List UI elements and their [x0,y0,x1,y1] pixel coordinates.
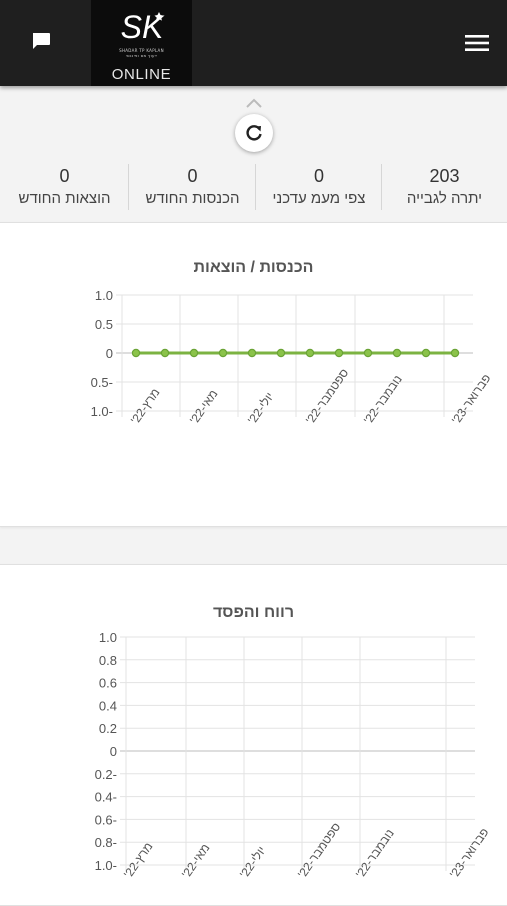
y-tick-label: 0.6- [95,812,117,827]
y-tick-label: 0.2- [95,767,117,782]
y-tick-label: 0.6 [99,676,117,691]
logo-tagline: SHADAR TP KAPLAN ייעוץ מס ופיננסי [119,48,164,58]
profit-loss-card: רווח והפסד 1.0 0.8 0.6 0.4 0.2 0 0.2- 0.4- 0.6- 0… [0,564,507,906]
data-point [450,348,460,358]
app-header: SK SHADAR TP KAPLAN ייעוץ מס ופיננסי ONL… [0,0,507,86]
data-point [247,348,257,358]
data-point [131,348,141,358]
data-point [363,348,373,358]
income-expenses-chart: 1.0 0.5 0 0.5- 1.0- מרץ-22' מאי-22' יולי-22' ספט… [91,288,494,427]
profit-loss-chart: 1.00.80.60.40.200.2-0.4-0.6-0.8-1.0-מרץ-… [95,630,492,881]
stat-vat-forecast-label: צפי מעמ עדכני [272,190,366,207]
y-tick-label: 0 [110,744,117,759]
x-tick-label: מרץ-22' [128,386,163,427]
chat-bubble-icon [33,33,50,49]
data-point [218,348,228,358]
data-point [189,348,199,358]
stat-divider [255,164,256,210]
y-tick-label: 1.0 [99,630,117,645]
stat-divider [128,164,129,210]
stat-balance-label: יתרה לגבייה [406,190,483,207]
y-tick-label: 0 [106,346,113,361]
income-expenses-card: הכנסות / הוצאות 1.0 0.5 0 0.5- 1.0- מרץ-22' מא… [0,222,507,527]
data-point [421,348,431,358]
logo-monogram: SK [121,9,165,45]
stat-income-month: 0 הכנסות החודש [129,162,256,214]
stat-vat-forecast: 0 צפי מעמ עדכני [256,162,382,214]
logo-online-label: ONLINE [111,66,172,83]
x-tick-label: מאי-22' [179,841,213,881]
stat-vat-forecast-value: 0 [313,166,324,186]
y-tick-label: 0.4 [99,698,117,713]
data-point [160,348,170,358]
y-tick-label: 0.5- [91,375,113,390]
x-tick-label: יולי-22' [237,844,269,881]
y-tick-label: 1.0 [95,288,113,303]
x-tick-label: יולי-22' [245,390,277,427]
brand-logo[interactable]: SK SHADAR TP KAPLAN ייעוץ מס ופיננסי ONL… [91,0,192,86]
menu-button[interactable] [460,26,494,60]
data-point [334,348,344,358]
stat-income-month-label: הכנסות החודש [145,190,240,207]
data-point [305,348,315,358]
stat-balance: 203 יתרה לגבייה [382,162,507,214]
refresh-button[interactable] [235,114,273,152]
data-point [392,348,402,358]
x-tick-label: נובמבר-22' [361,372,405,426]
x-tick-label: פברואר-23' [449,371,494,426]
stat-income-month-value: 0 [187,166,198,186]
y-tick-label: 0.8 [99,653,117,668]
y-tick-label: 0.8- [95,835,117,850]
stat-expenses-month-label: הוצאות החודש [18,190,111,207]
stat-expenses-month-value: 0 [59,166,70,186]
x-tick-label: מאי-22' [187,387,221,427]
y-tick-label: 0.2 [99,721,117,736]
refresh-icon [246,125,262,141]
stat-expenses-month: 0 הוצאות החודש [0,162,129,214]
y-tick-label: 0.4- [95,790,117,805]
collapse-button[interactable] [244,95,264,109]
chat-button[interactable] [24,24,58,58]
x-tick-label: פברואר-23' [447,825,492,880]
x-tick-label: ספטמבר-22' [303,366,351,427]
stat-divider [381,164,382,210]
stat-balance-value: 203 [429,166,460,186]
y-tick-label: 0.5 [95,317,113,332]
chevron-up-icon [246,98,262,108]
data-point [276,348,286,358]
y-tick-label: 1.0- [95,858,117,873]
hamburger-menu-icon [465,35,489,51]
stats-row: 203 יתרה לגבייה 0 צפי מעמ עדכני 0 הכנסות… [0,162,507,214]
y-tick-label: 1.0- [91,404,113,419]
